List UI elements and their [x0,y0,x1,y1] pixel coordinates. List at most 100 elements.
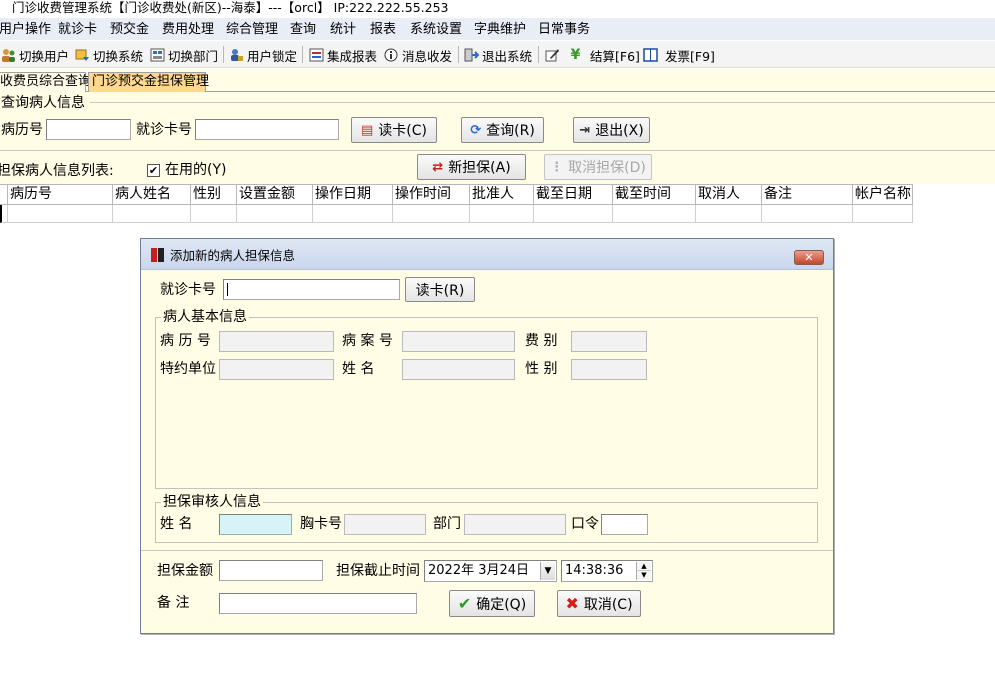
guarantee-grid[interactable]: 病历号 病人姓名 性别 设置金额 操作日期 操作时间 批准人 截至日期 截至时间… [0,184,913,224]
col-end-date[interactable]: 截至日期 [534,184,613,205]
grid-cell[interactable] [313,205,393,223]
grid-cell[interactable] [470,205,534,223]
deadline-date-picker[interactable]: 2022年 3月24日 ▼ [424,560,557,582]
menu-user-ops[interactable]: 用户操作 [0,21,51,38]
messages-button[interactable]: 消息收发 [384,46,452,64]
integrated-report-label: 集成报表 [327,48,378,64]
cancel-button[interactable]: ✖ 取消(C) [557,590,641,617]
grid-cell[interactable] [762,205,853,223]
row-indicator [0,205,8,223]
record-no-input[interactable] [46,119,131,140]
contract-unit-field [219,359,334,380]
dialog-read-card-button[interactable]: 读卡(R) [405,277,475,302]
menu-admin[interactable]: 综合管理 [226,21,278,38]
time-spin-down[interactable]: ▼ [636,571,651,580]
time-spin-up[interactable]: ▲ [636,562,651,571]
menu-fee[interactable]: 费用处理 [162,21,214,38]
grid-cell[interactable] [853,205,913,223]
menu-daily[interactable]: 日常事务 [538,21,590,38]
amount-input[interactable] [219,560,323,581]
read-card-button[interactable]: ▤ 读卡(C) [351,117,437,143]
tab-bar: 收费员综合查询 门诊预交金担保管理 [0,69,995,92]
deadline-label: 担保截止时间 [336,563,420,579]
grid-cell[interactable] [237,205,313,223]
col-account-name[interactable]: 帐户名称 [853,184,913,205]
tab-cashier-query[interactable]: 收费员综合查询 [0,72,91,92]
grid-cell[interactable] [696,205,762,223]
in-use-checkbox[interactable]: ✔ [147,164,160,177]
dialog-title: 添加新的病人担保信息 [170,248,296,263]
remark-input[interactable] [219,593,417,614]
col-approver[interactable]: 批准人 [470,184,534,205]
menu-card[interactable]: 就诊卡 [58,21,97,38]
card-no-input[interactable] [195,119,339,140]
grid-cell[interactable] [613,205,696,223]
exit-button[interactable]: ⇥ 退出(X) [573,117,650,143]
col-end-time[interactable]: 截至时间 [613,184,696,205]
exit-icon [464,48,479,62]
toolbar-separator [458,46,459,63]
switch-dept-button[interactable]: 切换部门 [150,46,218,64]
menu-prepay[interactable]: 预交金 [110,21,149,38]
integrated-report-button[interactable]: 集成报表 [309,46,377,64]
user-lock-icon [229,48,244,62]
date-dropdown-button[interactable]: ▼ [540,562,555,580]
record-no-label: 病历号 [1,122,43,138]
cancel-guarantee-button[interactable]: ⋮ 取消担保(D) [544,154,652,180]
exit-system-button[interactable]: 退出系统 [464,46,532,64]
messages-label: 消息收发 [402,48,453,64]
switch-user-button[interactable]: 切换用户 [1,46,69,64]
password-input[interactable] [601,514,648,535]
card-icon: ▤ [361,122,374,138]
col-canceller[interactable]: 取消人 [696,184,762,205]
col-remark[interactable]: 备注 [762,184,853,205]
col-amount[interactable]: 设置金额 [237,184,313,205]
grid-cell[interactable] [393,205,470,223]
exit-label: 退出(X) [595,123,644,139]
invoice-icon [643,48,658,62]
tab-prepay-guarantee[interactable]: 门诊预交金担保管理 [88,72,209,92]
col-gender[interactable]: 性别 [191,184,237,205]
reviewer-name-input[interactable] [219,514,292,535]
guarantee-list-title: 担保病人信息列表: [0,163,114,179]
menu-reports[interactable]: 报表 [370,21,396,38]
toolbar: 切换用户 切换系统 切换部门 用户锁定 集成报表 消息收发 退出系统 ¥ 结算[… [0,41,995,68]
remark-label: 备 注 [157,595,190,611]
yen-icon: ¥ [570,47,581,63]
text-cursor [227,283,228,296]
in-use-label[interactable]: 在用的(Y) [165,162,226,179]
settle-button[interactable]: ¥ 结算[F6] [568,46,640,64]
gender-label: 性 别 [525,361,558,377]
new-guarantee-button[interactable]: ⇄ 新担保(A) [417,154,526,180]
menu-settings[interactable]: 系统设置 [410,21,462,38]
col-patient-name[interactable]: 病人姓名 [113,184,191,205]
grid-cell[interactable] [534,205,613,223]
menu-query[interactable]: 查询 [290,21,316,38]
edit-icon [545,48,560,62]
fee-type-label: 费 别 [525,333,558,349]
close-button[interactable]: ✕ [794,250,824,265]
contract-unit-label: 特约单位 [160,361,216,377]
col-op-time[interactable]: 操作时间 [393,184,470,205]
menu-dictionary[interactable]: 字典维护 [474,21,526,38]
edit-button[interactable] [545,46,563,64]
switch-system-button[interactable]: 切换系统 [75,46,143,64]
deadline-time-input[interactable]: 14:38:36 ▲ ▼ [561,560,653,582]
invoice-button[interactable]: 发票[F9] [643,46,715,64]
department-label: 部门 [433,516,461,532]
new-guarantee-label: 新担保(A) [448,160,511,176]
ok-button[interactable]: ✔ 确定(Q) [449,590,535,617]
grid-cell[interactable] [191,205,237,223]
switch-dept-label: 切换部门 [168,48,219,64]
grid-cell[interactable] [8,205,113,223]
query-button[interactable]: ⟳ 查询(R) [461,117,544,143]
user-lock-button[interactable]: 用户锁定 [229,46,297,64]
deadline-time-value: 14:38:36 [565,563,624,578]
add-guarantee-dialog: 添加新的病人担保信息 ✕ 就诊卡号 读卡(R) 病人基本信息 病 历 号 病 案… [140,238,834,634]
col-op-date[interactable]: 操作日期 [313,184,393,205]
menu-stats[interactable]: 统计 [330,21,356,38]
dialog-title-bar[interactable]: 添加新的病人担保信息 ✕ [141,239,833,270]
dialog-card-no-input[interactable] [223,279,400,300]
col-record-no[interactable]: 病历号 [8,184,113,205]
grid-cell[interactable] [113,205,191,223]
